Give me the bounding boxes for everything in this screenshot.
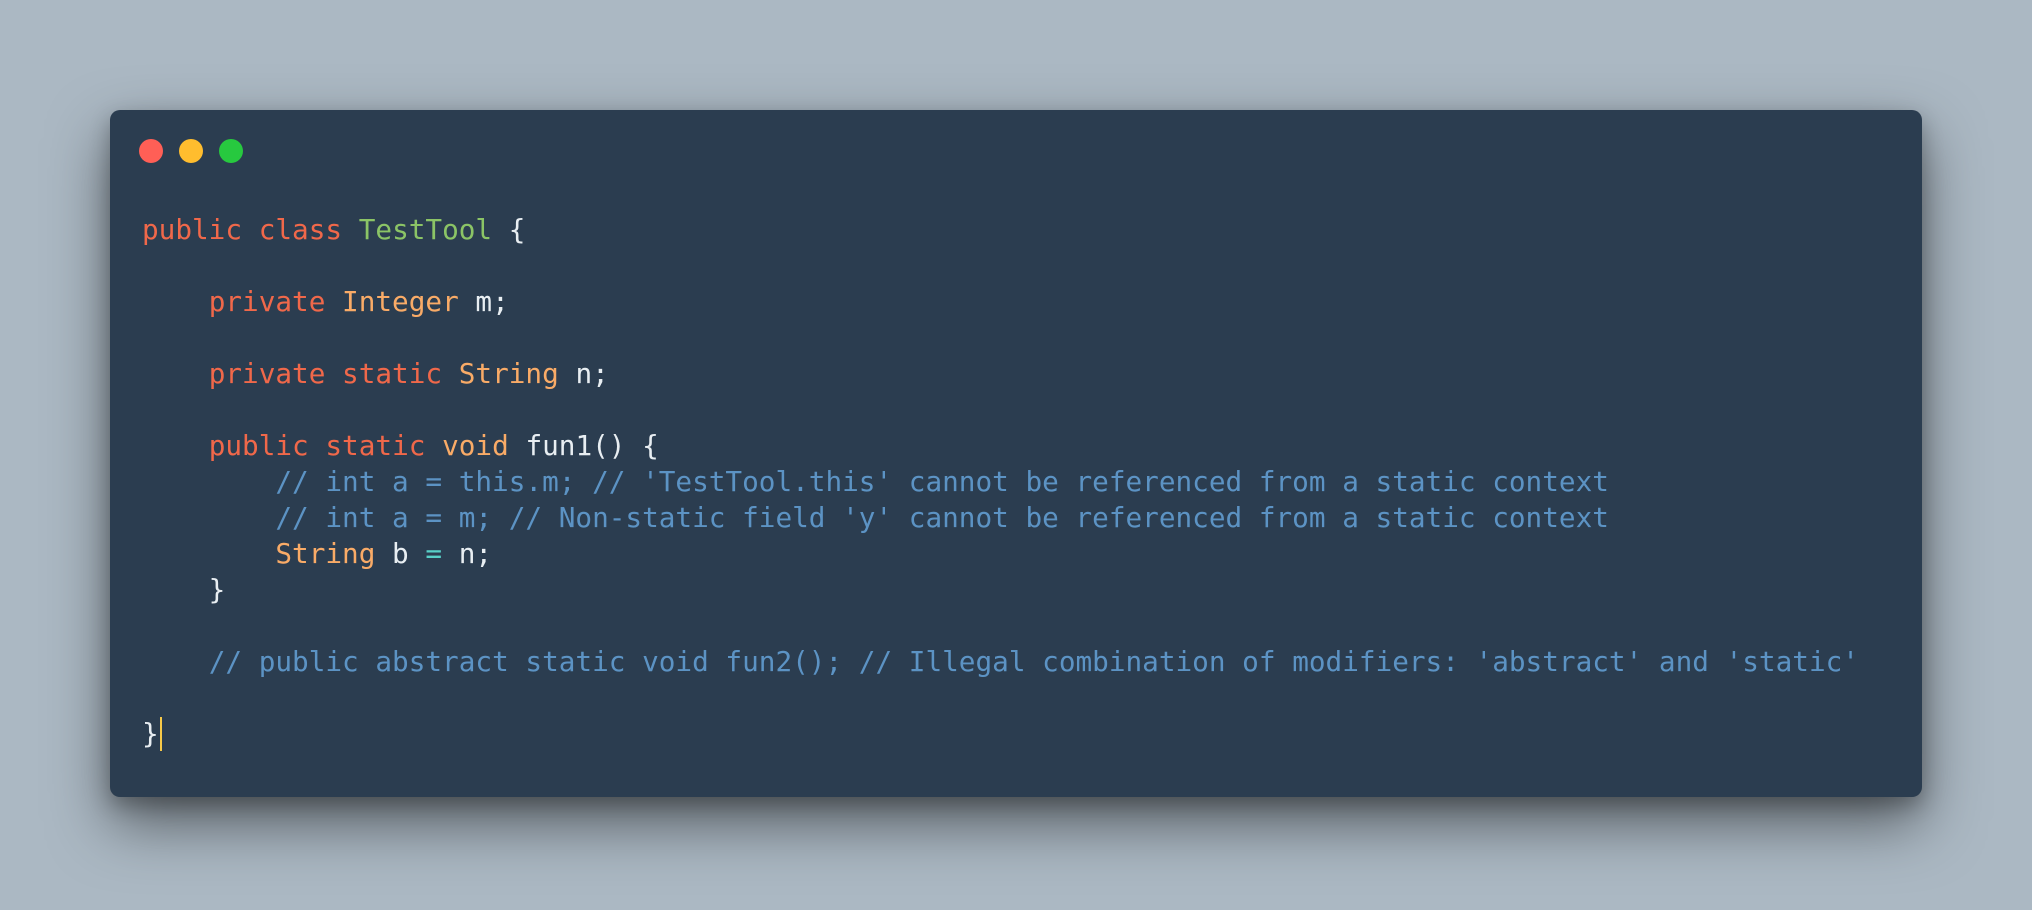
code-token-plain: fun1() {	[508, 429, 659, 462]
code-line: }	[142, 716, 1859, 752]
code-token-plain: n;	[558, 357, 609, 390]
minimize-button[interactable]	[179, 139, 203, 163]
code-line: public class TestTool {	[142, 212, 1859, 248]
window-controls	[139, 139, 243, 163]
code-token-class-name: TestTool	[358, 213, 493, 246]
code-line: String b = n;	[142, 536, 1859, 572]
code-line: // int a = m; // Non-static field 'y' ca…	[142, 500, 1859, 536]
code-token-type: Integer	[342, 285, 459, 318]
code-line: }	[142, 572, 1859, 608]
code-token-keyword: static	[325, 429, 426, 462]
code-token-type: void	[442, 429, 509, 462]
code-token-plain: {	[492, 213, 526, 246]
code-line: private static String n;	[142, 356, 1859, 392]
close-button[interactable]	[139, 139, 163, 163]
code-token-type: String	[458, 357, 559, 390]
code-token-plain: }	[142, 573, 226, 606]
code-token-operator: =	[425, 537, 443, 570]
code-token-keyword: private	[208, 285, 326, 318]
code-token-comment: // int a = this.m; // 'TestTool.this' ca…	[275, 465, 1609, 498]
text-cursor	[159, 717, 162, 751]
code-token-type: String	[275, 537, 376, 570]
code-token-keyword: class	[258, 213, 343, 246]
code-token-keyword: public	[142, 213, 243, 246]
code-window: public class TestTool { private Integer …	[110, 110, 1922, 797]
code-line: public static void fun1() {	[142, 428, 1859, 464]
code-token-plain: m;	[458, 285, 509, 318]
code-token-comment: // public abstract static void fun2(); /…	[208, 645, 1859, 678]
code-line: // public abstract static void fun2(); /…	[142, 644, 1859, 680]
code-block[interactable]: public class TestTool { private Integer …	[142, 212, 1859, 752]
code-token-keyword: static	[342, 357, 443, 390]
code-line: private Integer m;	[142, 284, 1859, 320]
code-token-keyword: private	[208, 357, 326, 390]
code-token-plain: n;	[442, 537, 493, 570]
code-token-plain: }	[142, 717, 159, 750]
maximize-button[interactable]	[219, 139, 243, 163]
code-token-comment: // int a = m; // Non-static field 'y' ca…	[275, 501, 1609, 534]
code-token-plain: b	[375, 537, 426, 570]
code-token-keyword: public	[208, 429, 309, 462]
code-line: // int a = this.m; // 'TestTool.this' ca…	[142, 464, 1859, 500]
